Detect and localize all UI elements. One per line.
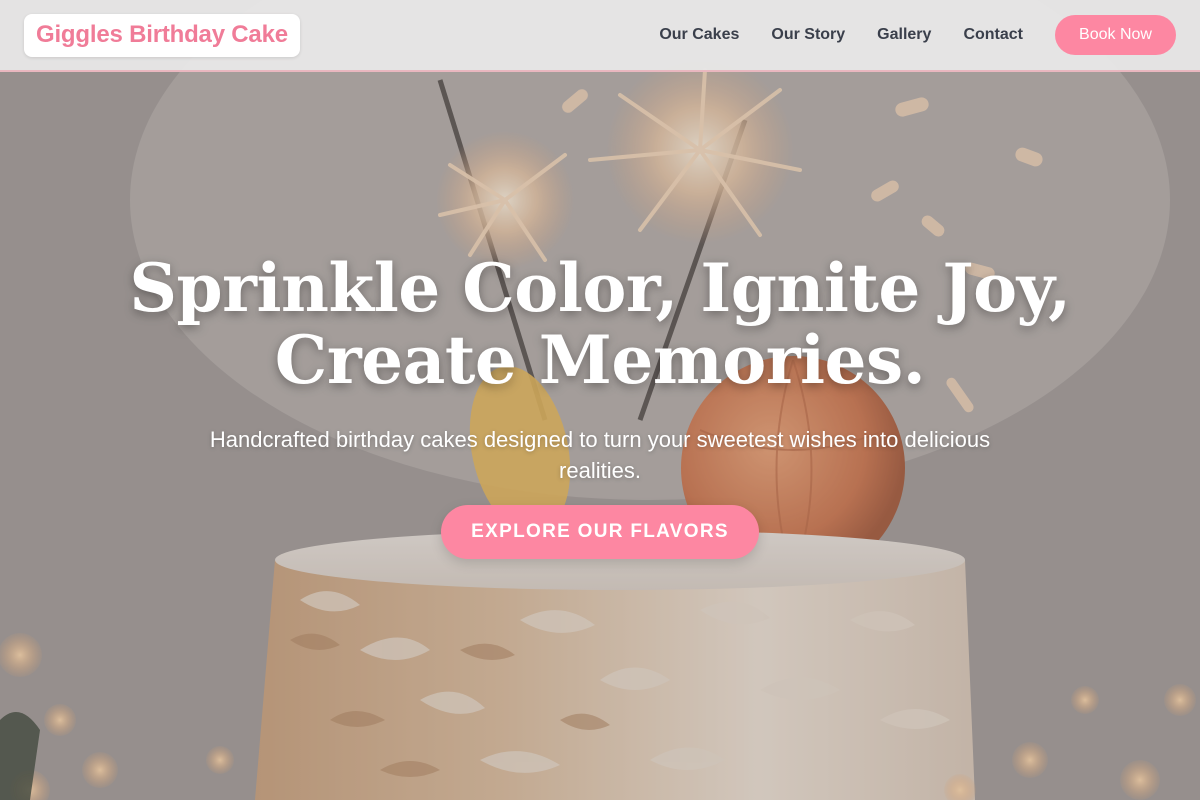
nav-link-our-cakes[interactable]: Our Cakes <box>659 26 739 44</box>
main-nav: Our Cakes Our Story Gallery Contact Book… <box>659 15 1176 55</box>
hero-headline-line-1: Sprinkle Color, Ignite Joy, <box>129 249 1071 327</box>
nav-link-gallery[interactable]: Gallery <box>877 26 931 44</box>
nav-link-our-story[interactable]: Our Story <box>771 26 845 44</box>
explore-flavors-button[interactable]: EXPLORE OUR FLAVORS <box>441 505 759 559</box>
brand-logo[interactable]: Giggles Birthday Cake <box>24 13 300 57</box>
book-now-button[interactable]: Book Now <box>1055 15 1176 55</box>
nav-link-contact[interactable]: Contact <box>963 26 1023 44</box>
hero-content: Sprinkle Color, Ignite Joy, Create Memor… <box>0 0 1200 800</box>
hero-headline: Sprinkle Color, Ignite Joy, Create Memor… <box>100 252 1100 396</box>
hero-subheadline: Handcrafted birthday cakes designed to t… <box>209 427 991 483</box>
hero-headline-line-2: Create Memories. <box>274 321 926 399</box>
site-header: Giggles Birthday Cake Our Cakes Our Stor… <box>0 0 1200 72</box>
